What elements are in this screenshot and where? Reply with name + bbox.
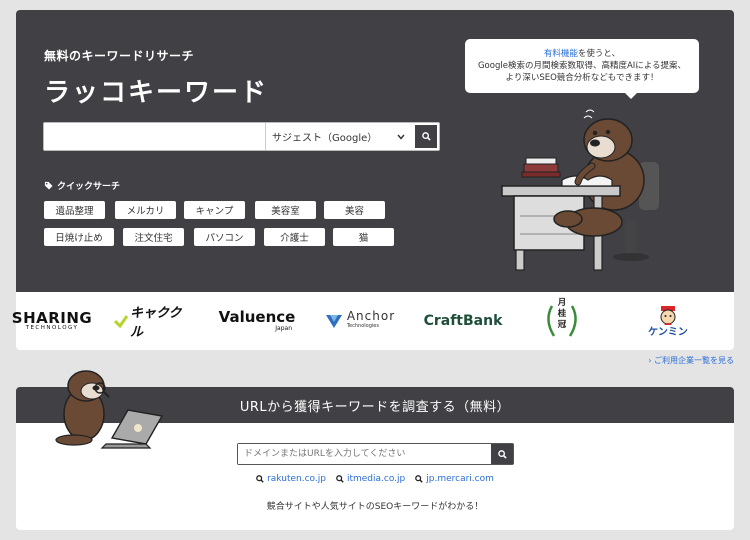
logo-anchor[interactable]: Anchor Technologies	[322, 292, 398, 350]
url-search-input[interactable]	[238, 444, 491, 464]
logo-text: ケンミン	[648, 326, 688, 338]
example-link-label: jp.mercari.com	[426, 474, 494, 484]
quick-chip[interactable]: キャンプ	[184, 201, 245, 219]
bubble-text-1: を使うと、	[577, 49, 621, 59]
search-mode-select[interactable]: サジェスト（Google）	[266, 123, 413, 150]
quick-chip[interactable]: 美容室	[255, 201, 316, 219]
url-section-title: URLから獲得キーワードを調査する（無料）	[239, 399, 511, 415]
example-link-label: itmedia.co.jp	[346, 474, 406, 484]
logo-text: Valuence	[218, 308, 296, 326]
logo-craftbank[interactable]: CraftBank	[423, 292, 503, 350]
paid-feature-speech-bubble: 有料機能を使うと、 Google検索の月間検索数取得、高精度AIによる提案、 よ…	[465, 39, 699, 99]
search-icon	[415, 475, 423, 483]
bubble-text-3: より深いSEO競合分析などもできます！	[505, 73, 659, 83]
see-all-clients-link[interactable]: › ご利用企業一覧を見る	[648, 355, 734, 366]
otter-laptop-illustration	[55, 370, 164, 449]
logo-text: キャククル	[129, 306, 182, 340]
anchor-mark-icon	[325, 315, 342, 328]
tag-icon	[44, 181, 53, 190]
quick-chip[interactable]: 日焼け止め	[44, 228, 114, 246]
logo-text: Anchor	[346, 309, 396, 323]
quick-chip[interactable]: 注文住宅	[123, 228, 184, 246]
logo-kenmin[interactable]: ケンミン	[638, 292, 698, 350]
search-icon	[336, 475, 344, 483]
quick-chip[interactable]: 遺品整理	[44, 201, 105, 219]
logo-text: 冠	[557, 320, 567, 330]
logo-text: CraftBank	[423, 313, 503, 329]
bubble-text-2: Google検索の月間検索数取得、高精度AIによる提案、	[477, 61, 687, 71]
chevron-right-icon: ›	[648, 356, 652, 365]
logo-text: Technologies	[346, 323, 379, 329]
url-search-button[interactable]	[491, 444, 513, 464]
hero-eyebrow: 無料のキーワードリサーチ	[44, 49, 195, 63]
search-icon	[497, 449, 507, 459]
logo-valuence[interactable]: Valuence Japan	[218, 292, 296, 350]
keyword-search-input[interactable]	[44, 123, 266, 150]
search-icon	[256, 475, 264, 483]
kyakukuru-mark-icon	[114, 315, 128, 328]
url-examples: rakuten.co.jp itmedia.co.jp jp.mercari.c…	[16, 474, 734, 484]
example-link[interactable]: itmedia.co.jp	[336, 474, 405, 484]
hero-section: 無料のキーワードリサーチ ラッコキーワード サジェスト（Google） クイック…	[16, 10, 734, 292]
url-search-bar	[237, 443, 514, 465]
logo-sharing-technology[interactable]: SHARING TECHNOLOGY	[12, 292, 92, 350]
logo-text: 月	[557, 298, 567, 308]
otter-desk-illustration	[501, 109, 659, 271]
example-link[interactable]: jp.mercari.com	[415, 474, 494, 484]
logo-text: SHARING	[11, 309, 93, 327]
url-section-tagline: 競合サイトや人気サイトのSEOキーワードがわかる！	[266, 502, 484, 512]
logo-text: Japan	[275, 325, 292, 332]
search-icon	[421, 132, 431, 141]
search-mode-label: サジェスト（Google）	[272, 133, 378, 144]
paid-feature-link[interactable]: 有料機能	[544, 49, 578, 59]
example-link-label: rakuten.co.jp	[267, 474, 326, 484]
logo-text: 桂	[557, 309, 567, 319]
quick-search-label: クイックサーチ	[57, 182, 121, 192]
keyword-search-bar: サジェスト（Google）	[43, 122, 440, 151]
logo-kyakukuru[interactable]: キャククル	[114, 292, 194, 350]
chevron-down-icon	[397, 134, 405, 140]
kenmin-mascot-icon	[660, 305, 676, 325]
quick-chip[interactable]: パソコン	[194, 228, 255, 246]
quick-chip[interactable]: 猫	[333, 228, 394, 246]
logo-gekkeikan[interactable]: 月 桂 冠	[540, 292, 584, 350]
quick-chip[interactable]: 介護士	[264, 228, 325, 246]
page-title: ラッコキーワード	[44, 78, 269, 108]
quick-chip[interactable]: メルカリ	[115, 201, 176, 219]
example-link[interactable]: rakuten.co.jp	[256, 474, 326, 484]
quick-chip[interactable]: 美容	[324, 201, 385, 219]
see-all-label: ご利用企業一覧を見る	[654, 356, 734, 365]
logo-text: TECHNOLOGY	[25, 325, 79, 331]
client-logo-strip: SHARING TECHNOLOGY キャククル Valuence Japan …	[12, 292, 734, 350]
keyword-search-button[interactable]	[413, 123, 439, 150]
quick-search-heading: クイックサーチ	[44, 179, 120, 192]
